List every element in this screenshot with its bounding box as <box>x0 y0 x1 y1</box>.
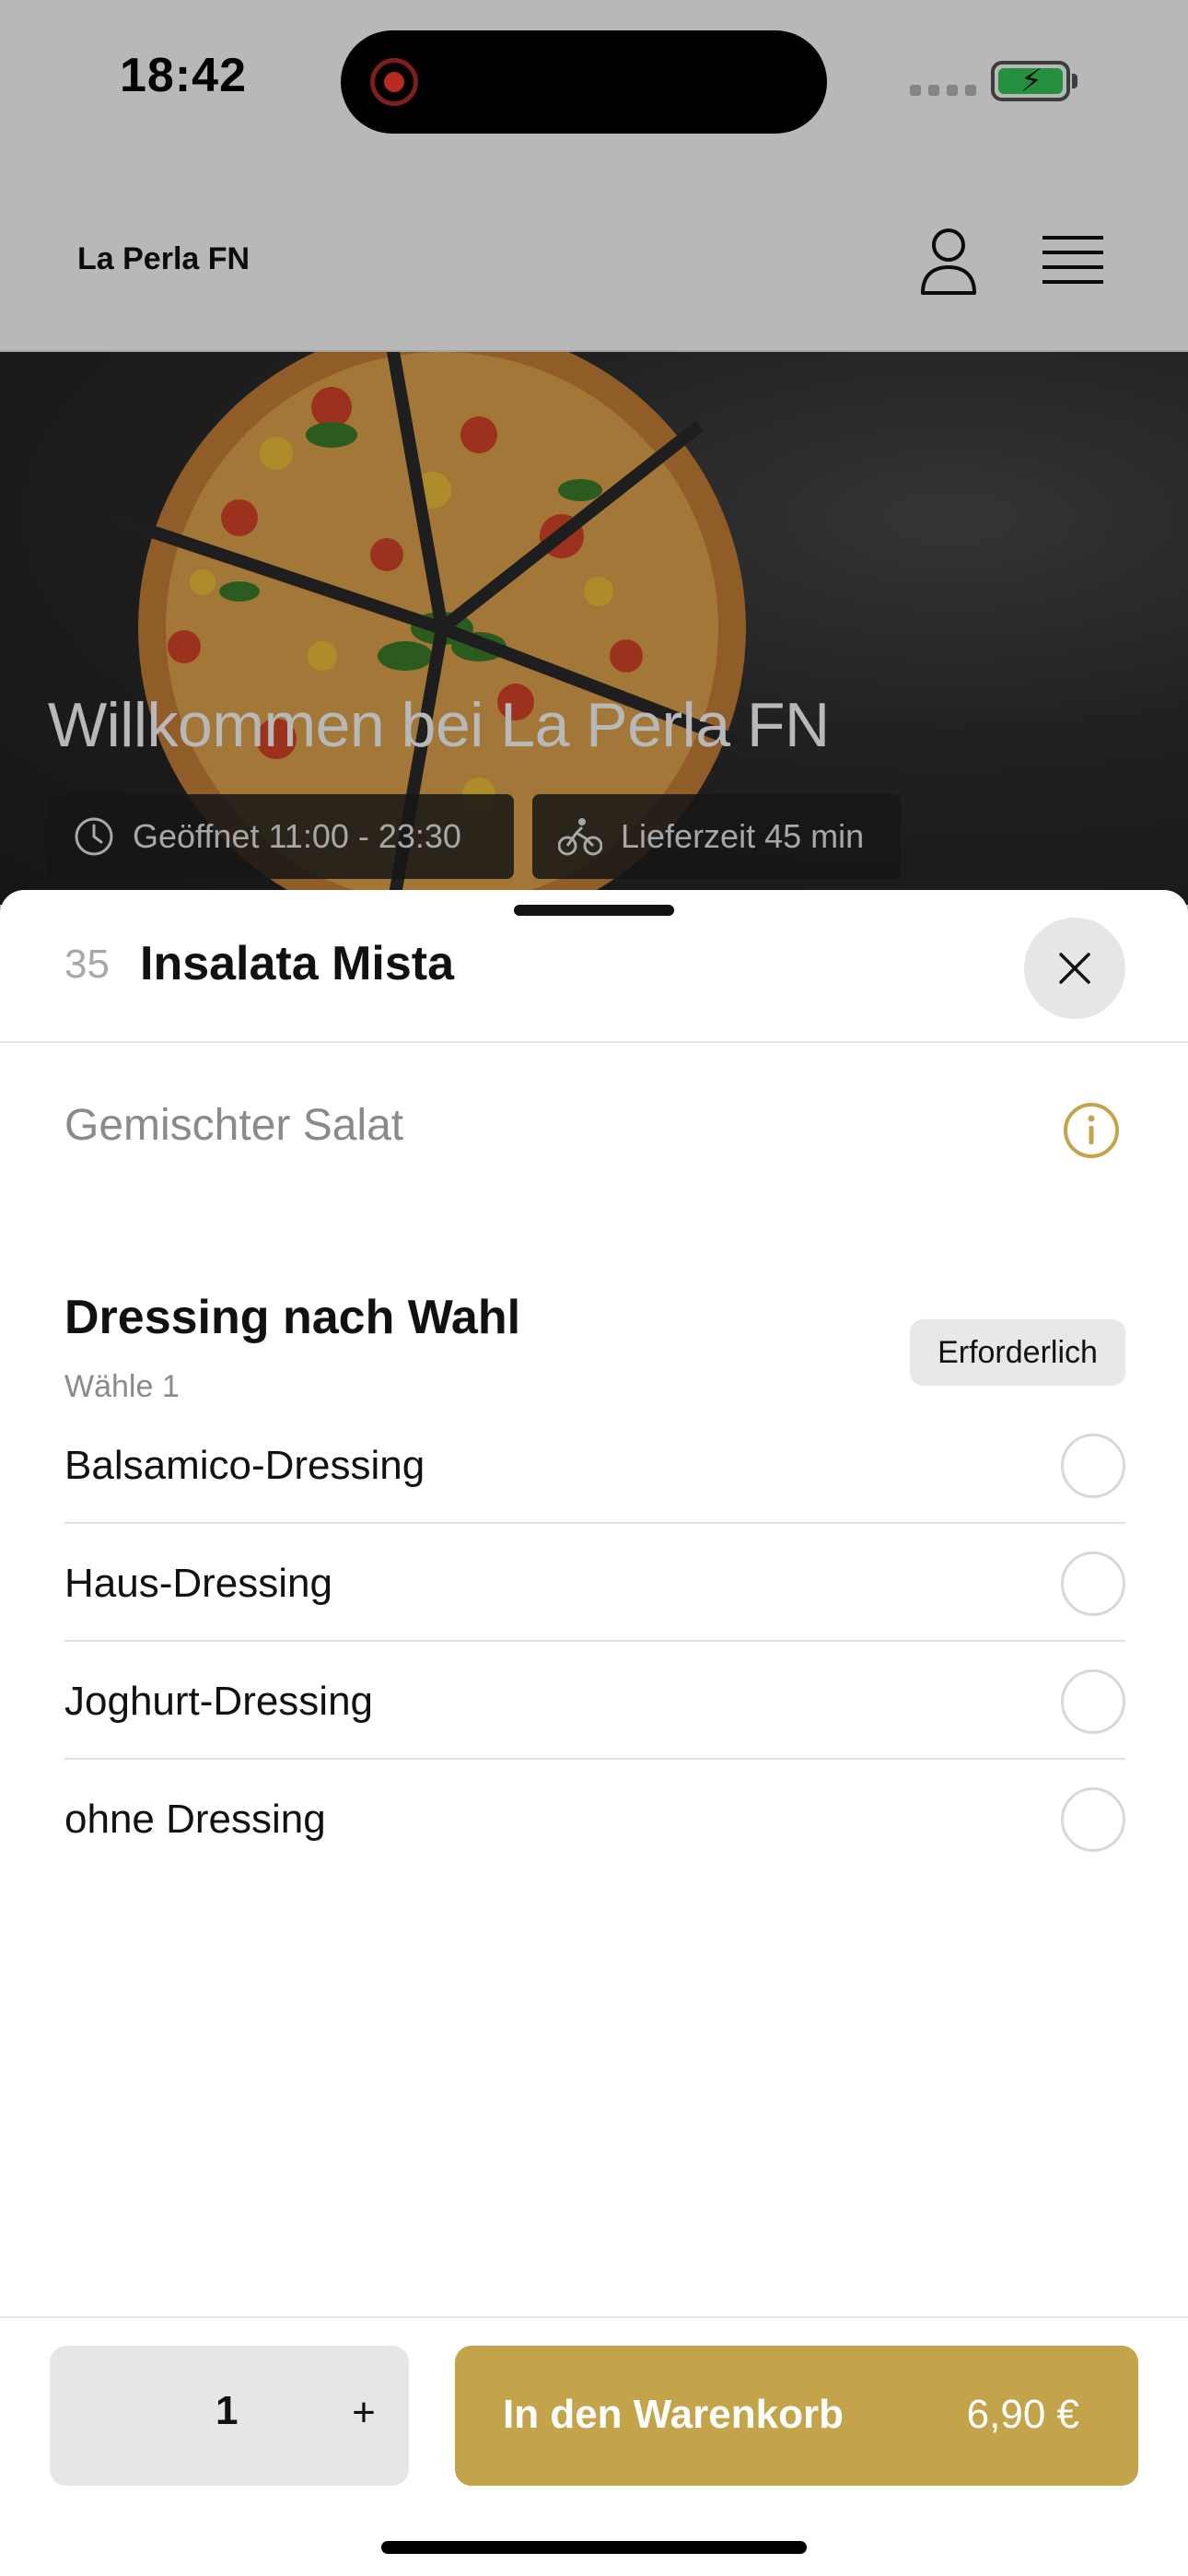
item-description: Gemischter Salat <box>64 1101 404 1150</box>
radio-button[interactable] <box>1061 1669 1125 1734</box>
option-haus-dressing[interactable]: Haus-Dressing <box>64 1524 1125 1642</box>
radio-button[interactable] <box>1061 1787 1125 1852</box>
item-price: 6,90 € <box>966 2392 1079 2437</box>
option-group-title: Dressing nach Wahl <box>64 1291 521 1344</box>
option-joghurt-dressing[interactable]: Joghurt-Dressing <box>64 1642 1125 1760</box>
dressing-options: Balsamico-Dressing Haus-Dressing Joghurt… <box>64 1406 1125 1878</box>
sheet-footer: 1 + In den Warenkorb 6,90 € <box>0 2316 1188 2576</box>
option-group-subtitle: Wähle 1 <box>64 1369 180 1404</box>
required-badge: Erforderlich <box>910 1319 1125 1386</box>
option-ohne-dressing[interactable]: ohne Dressing <box>64 1760 1125 1878</box>
option-label: Joghurt-Dressing <box>64 1679 374 1724</box>
sheet-header: 35 Insalata Mista <box>0 890 1188 1043</box>
close-icon <box>1059 953 1090 984</box>
option-balsamico-dressing[interactable]: Balsamico-Dressing <box>64 1406 1125 1524</box>
option-label: ohne Dressing <box>64 1797 326 1842</box>
item-number: 35 <box>64 942 110 987</box>
radio-button[interactable] <box>1061 1434 1125 1498</box>
quantity-plus-button[interactable]: + <box>332 2381 396 2445</box>
info-icon[interactable] <box>1063 1102 1120 1159</box>
add-to-cart-label: In den Warenkorb <box>503 2392 844 2437</box>
add-to-cart-button[interactable]: In den Warenkorb 6,90 € <box>455 2346 1138 2486</box>
close-button[interactable] <box>1024 918 1125 1019</box>
product-sheet: 35 Insalata Mista Gemischter Salat Dress… <box>0 890 1188 2576</box>
quantity-stepper: 1 + <box>50 2346 409 2486</box>
item-title: Insalata Mista <box>140 937 455 990</box>
option-label: Haus-Dressing <box>64 1561 332 1606</box>
radio-button[interactable] <box>1061 1551 1125 1616</box>
option-label: Balsamico-Dressing <box>64 1443 425 1488</box>
home-indicator[interactable] <box>381 2541 807 2554</box>
quantity-value: 1 <box>215 2388 239 2433</box>
